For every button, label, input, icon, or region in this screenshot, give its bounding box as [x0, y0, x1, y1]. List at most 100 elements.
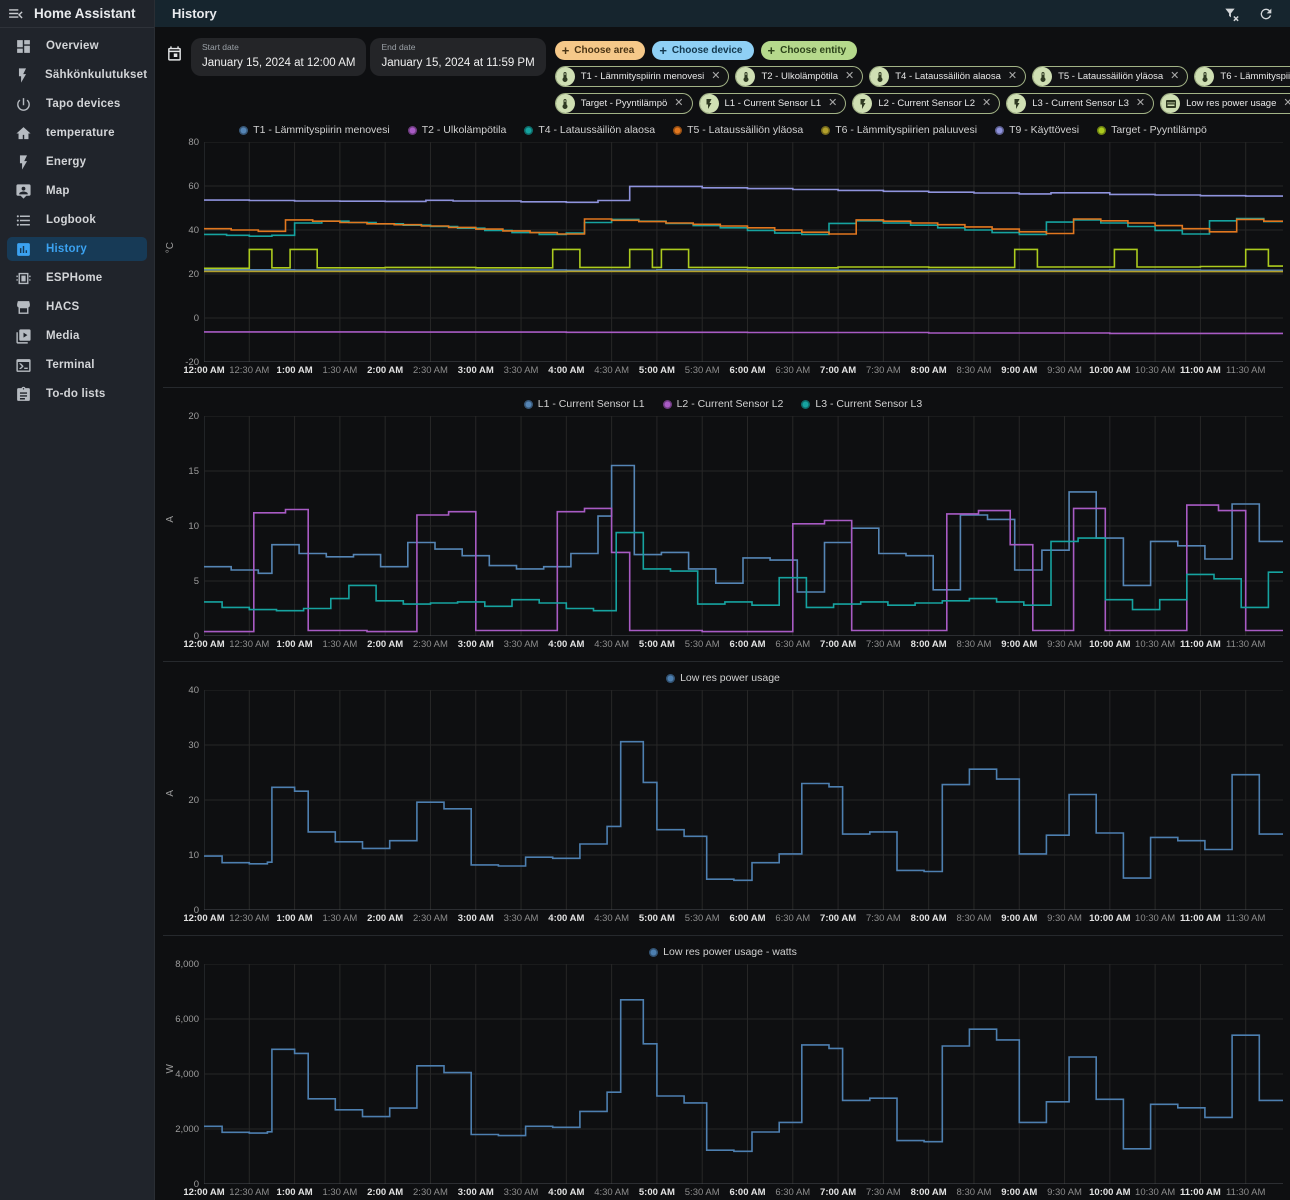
entity-chip-low-res-power-usage[interactable]: Low res power usage ✕ [1160, 93, 1290, 114]
flash-icon [1007, 94, 1027, 113]
y-tick-label: 30 [188, 740, 199, 751]
sidebar-item-esphome[interactable]: ESPHome [7, 266, 147, 290]
close-icon[interactable]: ✕ [1134, 98, 1147, 109]
sidebar-item-logbook[interactable]: Logbook [7, 208, 147, 232]
start-date-field[interactable]: Start date January 15, 2024 at 12:00 AM [191, 38, 367, 76]
legend-dot-icon [662, 399, 672, 409]
console-icon [14, 356, 32, 374]
legend-label: T5 - Lataussäiliön yläosa [687, 124, 804, 136]
chart-3-plot[interactable] [204, 690, 1283, 910]
close-icon[interactable]: ✕ [1168, 71, 1181, 82]
x-tick-label: 3:00 AM [457, 639, 494, 650]
y-tick-label: 4,000 [175, 1069, 199, 1080]
flash-icon [699, 94, 719, 113]
y-tick-label: 20 [188, 411, 199, 422]
sidebar-item-media[interactable]: Media [7, 324, 147, 348]
entity-chip-t6-l-mmityspiirien-paluuvesi[interactable]: T6 - Lämmityspiirien paluuvesi✕ [1194, 66, 1290, 87]
x-tick-label: 2:00 AM [367, 365, 404, 376]
sidebar-item-overview[interactable]: Overview [7, 34, 147, 58]
chart-2-plot[interactable] [204, 416, 1283, 636]
x-tick-label: 9:30 AM [1047, 365, 1082, 376]
close-icon[interactable]: ✕ [980, 98, 993, 109]
chart-block-4: Low res power usage - watts W 0 2,000 4,000 6… [163, 935, 1283, 1200]
x-tick-label: 10:00 AM [1089, 365, 1131, 376]
x-tick-label: 1:30 AM [322, 365, 358, 376]
format-list-bulleted-icon [14, 211, 32, 229]
choose-area-chip[interactable]: + Choose area [554, 41, 646, 60]
chart-box-icon [14, 240, 32, 258]
chart-1-plot[interactable] [204, 142, 1283, 362]
chart-4-row: W 0 2,000 4,000 6,000 8,000 [163, 959, 1283, 1190]
entity-chip-l2-current-sensor-l2[interactable]: L2 - Current Sensor L2 ✕ [852, 93, 1001, 114]
chart-2-row: A 0 5 10 15 20 [163, 411, 1283, 642]
thermometer-icon [1033, 67, 1053, 86]
legend-item-t1-l-mmityspiirin-menovesi[interactable]: T1 - Lämmityspiirin menovesi [239, 124, 390, 136]
sidebar-item-tapo-devices[interactable]: Tapo devices [7, 92, 147, 116]
sidebar-nav-list: Overview Sähkönkulutukset Tapo devices temp… [0, 28, 154, 406]
entity-chip-t1-l-mmityspiirin-menovesi[interactable]: T1 - Lämmityspiirin menovesi ✕ [554, 66, 730, 87]
sidebar-item-hacs[interactable]: HACS [7, 295, 147, 319]
legend-item-l3-current-sensor-l3[interactable]: L3 - Current Sensor L3 [801, 398, 922, 410]
close-icon[interactable]: ✕ [709, 71, 722, 82]
entity-chip-label: T6 - Lämmityspiirien paluuvesi [1220, 71, 1290, 82]
choose-device-chip[interactable]: + Choose device [652, 41, 754, 60]
chart-block-1: T1 - Lämmityspiirin menovesi T2 - Ulkoläm… [163, 123, 1283, 378]
close-icon[interactable]: ✕ [826, 98, 839, 109]
entity-chip-target-pyyntil-mp[interactable]: Target - Pyyntilämpö ✕ [554, 93, 693, 114]
legend-item-t6-l-mmityspiirien-paluuvesi[interactable]: T6 - Lämmityspiirien paluuvesi [821, 124, 977, 136]
entity-chip-l1-current-sensor-l1[interactable]: L1 - Current Sensor L1 ✕ [698, 93, 847, 114]
sidebar-item-temperature[interactable]: temperature [7, 121, 147, 145]
entity-chip-l3-current-sensor-l3[interactable]: L3 - Current Sensor L3 ✕ [1006, 93, 1155, 114]
sidebar-item-terminal[interactable]: Terminal [7, 353, 147, 377]
close-icon[interactable]: ✕ [1281, 98, 1290, 109]
chart-4-y-axis: W 0 2,000 4,000 6,000 8,000 [163, 959, 204, 1190]
entity-chip-t4-latauss-ili-n-alaosa[interactable]: T4 - Lataussäiliön alaosa ✕ [869, 66, 1027, 87]
entity-chip-row: Target - Pyyntilämpö ✕ L1 - Current Sensor… [554, 93, 1290, 114]
view-dashboard-icon [14, 37, 32, 55]
sidebar-item-s-hk-nkulutukset[interactable]: Sähkönkulutukset [7, 63, 147, 87]
x-tick-label: 12:30 AM [229, 365, 270, 376]
legend-item-t5-latauss-ili-n-yl-osa[interactable]: T5 - Lataussäiliön yläosa [673, 124, 803, 136]
x-tick-label: 2:30 AM [413, 365, 448, 376]
sidebar-item-label: History [46, 243, 88, 255]
close-icon[interactable]: ✕ [843, 71, 856, 82]
chart-3-row: A 0 10 20 30 40 [163, 685, 1283, 916]
choose-entity-chip[interactable]: + Choose entity [760, 41, 858, 60]
x-tick-label: 10:30 AM [1135, 1187, 1176, 1198]
legend-label: L2 - Current Sensor L2 [676, 398, 784, 410]
entity-chip-row: T1 - Lämmityspiirin menovesi ✕ T2 - Ulkolä… [554, 66, 1290, 87]
x-tick-label: 2:30 AM [413, 639, 448, 650]
chart-4-plot[interactable] [204, 964, 1283, 1184]
chart-2-y-axis: A 0 5 10 15 20 [163, 411, 204, 642]
filter-remove-icon[interactable] [1222, 4, 1242, 24]
legend-item-target-pyyntil-mp[interactable]: Target - Pyyntilämpö [1097, 124, 1207, 136]
sidebar-item-map[interactable]: Map [7, 179, 147, 203]
sidebar-item-to-do-lists[interactable]: To-do lists [7, 382, 147, 406]
legend-item-low-res-power-usage[interactable]: Low res power usage [666, 672, 780, 684]
end-date-field[interactable]: End date January 15, 2024 at 11:59 PM [370, 38, 546, 76]
legend-item-low-res-power-usage-watts[interactable]: Low res power usage - watts [649, 946, 797, 958]
entity-chip-t5-latauss-ili-n-yl-osa[interactable]: T5 - Lataussäiliön yläosa ✕ [1032, 66, 1189, 87]
refresh-icon[interactable] [1256, 4, 1276, 24]
entity-chip-label: L1 - Current Sensor L1 [724, 98, 822, 109]
calendar-icon[interactable] [166, 45, 183, 67]
legend-item-l2-current-sensor-l2[interactable]: L2 - Current Sensor L2 [662, 398, 784, 410]
close-icon[interactable]: ✕ [1006, 71, 1019, 82]
legend-item-t9-k-ytt-vesi[interactable]: T9 - Käyttövesi [995, 124, 1079, 136]
x-tick-label: 12:00 AM [183, 365, 225, 376]
sidebar-item-energy[interactable]: Energy [7, 150, 147, 174]
legend-dot-icon [821, 125, 831, 135]
x-tick-label: 8:00 AM [910, 365, 947, 376]
x-tick-label: 9:00 AM [1001, 1187, 1038, 1198]
x-tick-label: 1:30 AM [322, 1187, 358, 1198]
entity-chip-t2-ulkol-mp-tila[interactable]: T2 - Ulkolämpötila ✕ [735, 66, 864, 87]
x-tick-label: 7:00 AM [820, 365, 857, 376]
y-tick-label: 5 [193, 576, 199, 587]
close-icon[interactable]: ✕ [672, 98, 685, 109]
legend-item-t4-latauss-ili-n-alaosa[interactable]: T4 - Lataussäiliön alaosa [524, 124, 655, 136]
menu-open-icon[interactable] [0, 5, 30, 22]
legend-item-l1-current-sensor-l1[interactable]: L1 - Current Sensor L1 [523, 398, 645, 410]
x-tick-label: 8:30 AM [956, 365, 992, 376]
sidebar-item-history[interactable]: History [7, 237, 147, 261]
legend-item-t2-ulkol-mp-tila[interactable]: T2 - Ulkolämpötila [407, 124, 506, 136]
